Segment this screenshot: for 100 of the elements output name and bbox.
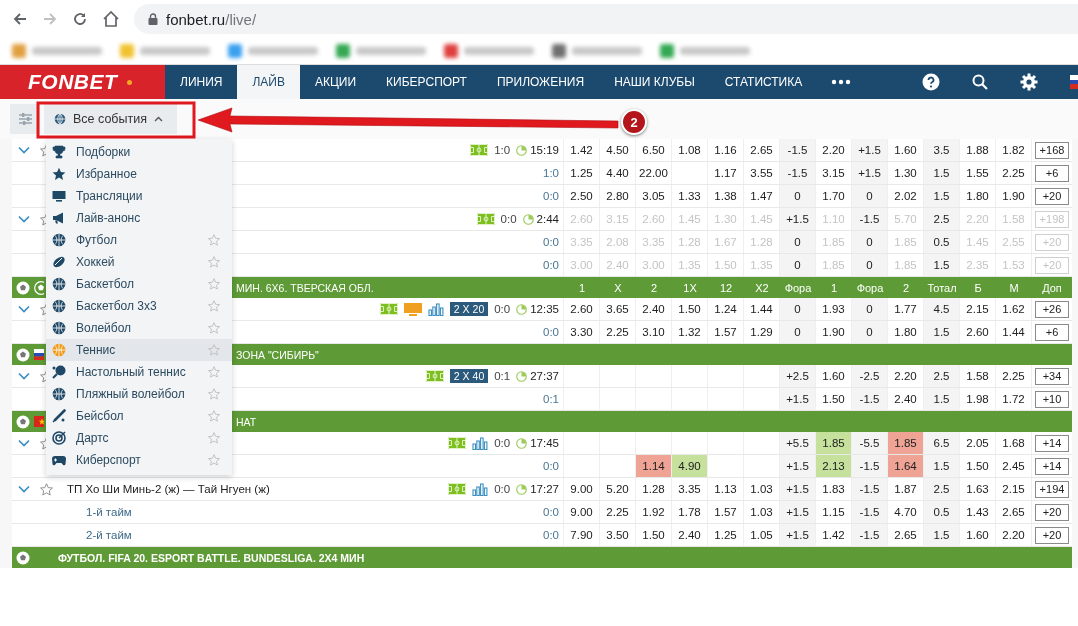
chevron-icon[interactable] (18, 305, 30, 313)
odds-cell[interactable]: 1.08 (671, 139, 707, 161)
odds-cell[interactable]: 1.14 (635, 455, 671, 477)
odds-cell[interactable]: 1.24 (707, 298, 743, 320)
menu-item[interactable]: Лайв-анонс (46, 207, 232, 229)
menu-item[interactable]: Волейбол (46, 317, 232, 339)
odds-cell[interactable]: 0 (851, 185, 887, 207)
menu-item[interactable]: Трансляции (46, 185, 232, 207)
odds-cell[interactable]: 1.85 (887, 432, 923, 454)
nav-tab[interactable]: ЛИНИЯ (165, 65, 238, 99)
odds-cell[interactable]: 1.80 (959, 185, 995, 207)
odds-cell[interactable]: 7.90 (563, 524, 599, 546)
odds-cell[interactable]: 2.25 (995, 365, 1031, 387)
settings-icon[interactable] (1020, 73, 1038, 91)
chevron-icon[interactable] (18, 215, 30, 223)
odds-cell[interactable]: 2.15 (959, 298, 995, 320)
more-markets-button[interactable]: +20 (1035, 526, 1069, 544)
odds-cell[interactable]: 2.25 (995, 162, 1031, 184)
odds-cell[interactable]: 22.00 (635, 162, 671, 184)
search-icon[interactable] (972, 74, 988, 90)
odds-cell[interactable]: -2.5 (851, 365, 887, 387)
odds-cell[interactable]: 0 (779, 321, 815, 343)
odds-cell[interactable]: +1.5 (779, 388, 815, 410)
odds-cell[interactable]: 6.5 (923, 432, 959, 454)
home-icon[interactable] (102, 10, 120, 28)
odds-cell[interactable]: 1.5 (923, 524, 959, 546)
odds-cell[interactable]: 1.44 (995, 321, 1031, 343)
odds-cell[interactable]: +2.5 (779, 365, 815, 387)
odds-cell[interactable]: +1.5 (779, 455, 815, 477)
more-markets-button[interactable]: +194 (1035, 480, 1069, 498)
odds-cell[interactable]: 1.5 (923, 185, 959, 207)
more-markets-button[interactable]: +6 (1035, 164, 1069, 182)
more-markets-button[interactable]: +10 (1035, 390, 1069, 408)
bookmark-item[interactable] (552, 44, 642, 58)
odds-cell[interactable]: 3.10 (635, 321, 671, 343)
menu-item[interactable]: Баскетбол 3x3 (46, 295, 232, 317)
chevron-icon[interactable] (18, 146, 30, 154)
odds-cell[interactable]: 2.05 (959, 432, 995, 454)
odds-cell[interactable]: 2.40 (671, 524, 707, 546)
odds-cell[interactable]: 4.90 (671, 455, 707, 477)
odds-cell[interactable]: -1.5 (851, 208, 887, 230)
odds-cell[interactable]: 0 (851, 321, 887, 343)
menu-item[interactable]: Избранное (46, 163, 232, 185)
more-icon[interactable] (831, 79, 852, 85)
odds-cell[interactable]: 1.57 (707, 321, 743, 343)
odds-cell[interactable]: 4.40 (599, 162, 635, 184)
favorite-star-icon[interactable] (208, 234, 220, 246)
menu-item[interactable]: Настольный теннис (46, 361, 232, 383)
more-markets-button[interactable]: +14 (1035, 434, 1069, 452)
odds-cell[interactable]: 2.25 (599, 501, 635, 523)
odds-cell[interactable]: 0 (851, 231, 887, 253)
pitch-icon[interactable] (379, 303, 398, 315)
more-markets-button[interactable]: +34 (1035, 367, 1069, 385)
nav-tab[interactable]: АКЦИИ (300, 65, 372, 99)
odds-cell[interactable]: -1.5 (851, 501, 887, 523)
odds-cell[interactable]: +1.5 (779, 501, 815, 523)
menu-item[interactable]: Пляжный волейбол (46, 383, 232, 405)
odds-cell[interactable]: -1.5 (779, 139, 815, 161)
menu-item[interactable]: Подборки (46, 141, 232, 163)
odds-cell[interactable]: +1.5 (851, 139, 887, 161)
odds-cell[interactable]: 1.25 (707, 524, 743, 546)
bookmark-item[interactable] (444, 44, 534, 58)
odds-cell[interactable]: 0 (779, 185, 815, 207)
menu-item[interactable]: Хоккей (46, 251, 232, 273)
odds-cell[interactable]: 3.50 (599, 524, 635, 546)
reload-icon[interactable] (72, 11, 88, 27)
odds-cell[interactable]: 1.85 (815, 432, 851, 454)
odds-cell[interactable]: 1.50 (635, 524, 671, 546)
odds-cell[interactable]: 6.50 (635, 139, 671, 161)
events-dropdown-button[interactable]: Все события (44, 104, 177, 134)
odds-cell[interactable]: 1.58 (959, 365, 995, 387)
chevron-icon[interactable] (18, 485, 30, 493)
odds-cell[interactable]: 2.5 (923, 478, 959, 500)
bookmark-item[interactable] (228, 44, 318, 58)
odds-cell[interactable]: +1.5 (851, 162, 887, 184)
logo[interactable]: FONBET (0, 65, 165, 99)
period-name[interactable]: 2-й тайм (86, 529, 132, 541)
nav-tab[interactable]: ПРИЛОЖЕНИЯ (481, 65, 600, 99)
odds-cell[interactable]: 1.28 (635, 478, 671, 500)
more-markets-button[interactable]: +20 (1035, 503, 1069, 521)
stats-icon[interactable] (472, 436, 489, 450)
odds-cell[interactable]: 2.20 (995, 524, 1031, 546)
odds-cell[interactable]: 1.5 (923, 162, 959, 184)
odds-cell[interactable]: 1.25 (563, 162, 599, 184)
nav-tab[interactable]: КИБЕРСПОРТ (371, 65, 482, 99)
odds-cell[interactable]: 1.16 (707, 139, 743, 161)
stats-icon[interactable] (427, 302, 444, 316)
odds-cell[interactable]: 0 (779, 231, 815, 253)
odds-cell[interactable]: 1.5 (923, 388, 959, 410)
more-markets-button[interactable]: +168 (1035, 141, 1069, 159)
nav-tab[interactable]: ЛАЙВ (237, 65, 300, 99)
odds-cell[interactable]: 1.13 (707, 478, 743, 500)
favorite-star-icon[interactable] (208, 388, 220, 400)
odds-cell[interactable]: +1.5 (779, 524, 815, 546)
pitch-icon[interactable] (476, 213, 495, 225)
tv-icon[interactable] (403, 302, 422, 316)
odds-cell[interactable]: 1.5 (923, 455, 959, 477)
match-name[interactable]: ТП Хо Ши Минь-2 (ж) — Тай Нгуен (ж) (67, 483, 270, 495)
odds-cell[interactable]: 3.05 (635, 185, 671, 207)
odds-cell[interactable]: 9.00 (563, 478, 599, 500)
